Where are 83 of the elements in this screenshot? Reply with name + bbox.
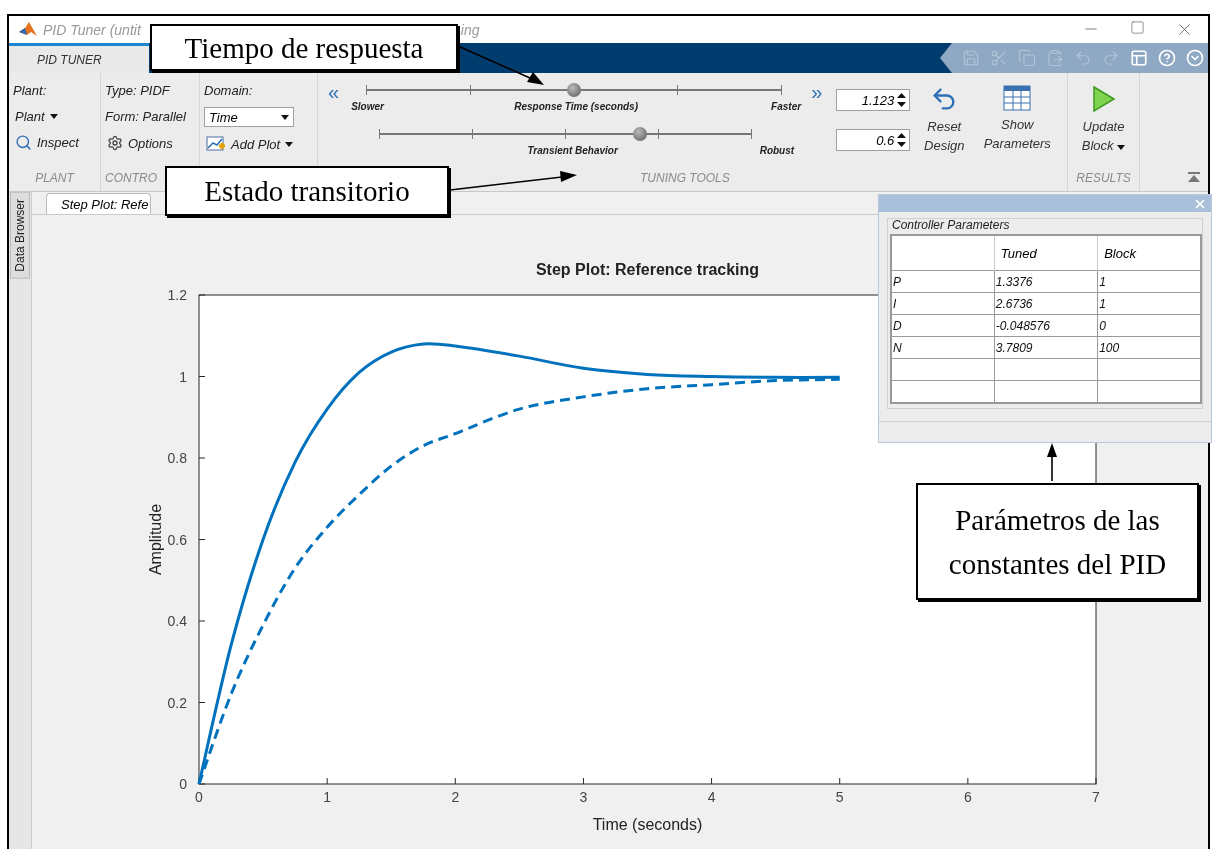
column-header: Block	[1097, 235, 1201, 271]
spinner-arrows-icon[interactable]	[897, 92, 907, 108]
reset-design-button[interactable]: Reset Design	[916, 83, 973, 157]
x-tick-label: 2	[451, 789, 460, 805]
plant-menu[interactable]: Plant	[13, 107, 60, 126]
add-plot-button[interactable]: Add Plot	[204, 133, 296, 155]
caret-icon	[285, 141, 294, 147]
data-browser-tab[interactable]: Data Browser	[10, 192, 30, 279]
slider-title: Response Time (seconds)	[514, 101, 638, 114]
slider-thumb[interactable]	[566, 83, 581, 97]
slider-left-label: Slower	[351, 101, 384, 114]
slider-right-label: Faster	[771, 101, 802, 114]
x-tick-label: 5	[835, 789, 844, 805]
slider-title: Transient Behavior	[527, 145, 618, 158]
dropdown-icon[interactable]	[1186, 49, 1204, 67]
spinner-arrows-icon[interactable]	[897, 132, 907, 148]
y-tick-label: 1.2	[167, 287, 187, 303]
plant-heading: Plant:	[13, 82, 48, 100]
value-spinner[interactable]: 1.123	[836, 89, 911, 111]
collapse-icon[interactable]	[1188, 172, 1200, 183]
y-tick-label: 0.2	[167, 694, 187, 711]
options-button[interactable]: Options	[105, 133, 175, 153]
slider-right-label: Robust	[759, 145, 795, 158]
annotation-callout: Estado transitorio	[165, 166, 449, 216]
y-tick-label: 0.8	[167, 450, 187, 466]
annotation-callout: Parámetros de las constantes del PID	[916, 483, 1199, 600]
y-tick-label: 0.4	[167, 613, 187, 629]
x-tick-label: 1	[323, 789, 332, 805]
window-title: ing	[460, 21, 480, 38]
ribbon-tab[interactable]: PID TUNER	[9, 43, 149, 73]
play-icon	[1091, 85, 1116, 113]
table-cell: D	[891, 314, 995, 337]
annotation-callout: Tiempo de respuesta	[150, 24, 458, 71]
section-label: TUNING TOOLS	[639, 171, 731, 187]
faster-button[interactable]: »	[811, 83, 823, 101]
help-icon[interactable]	[1158, 49, 1176, 67]
document-tab[interactable]: Step Plot: Refe	[46, 193, 152, 214]
window-icon[interactable]	[1130, 49, 1148, 67]
x-tick-label: 6	[963, 789, 972, 805]
panel-title: Controller Parameters	[892, 218, 1011, 232]
slower-button[interactable]: «	[328, 83, 340, 101]
domain-heading: Domain:	[204, 82, 254, 100]
slider-thumb[interactable]	[632, 127, 647, 141]
table-cell: -0.048576	[994, 314, 1098, 337]
inspect-button[interactable]: Inspect	[13, 132, 81, 153]
section-label: PLANT	[34, 171, 76, 187]
caret-icon	[49, 114, 58, 119]
section-label: CONTRO	[104, 171, 158, 187]
column-header: Tuned	[994, 235, 1098, 271]
y-tick-label: 1	[179, 368, 187, 385]
domain-select[interactable]: Time	[204, 107, 294, 127]
table-cell: 2.6736	[994, 292, 1098, 315]
table-cell: 3.7809	[994, 336, 1098, 359]
table-cell: 1.3376	[994, 270, 1098, 293]
search-icon	[15, 134, 32, 151]
caret-icon	[281, 114, 289, 120]
chart-title: Step Plot: Reference tracking	[535, 261, 760, 278]
caret-icon	[1117, 145, 1126, 150]
x-tick-label: 7	[1092, 789, 1100, 805]
y-tick-label: 0	[179, 776, 187, 792]
window-title: PID Tuner (untit	[43, 21, 141, 38]
table-cell: N	[891, 336, 995, 359]
app-logo-icon	[19, 21, 37, 38]
x-tick-label: 0	[195, 789, 203, 805]
table-icon	[1003, 85, 1032, 111]
y-axis-label: Amplitude	[147, 503, 164, 576]
section-label: RESULTS	[1075, 171, 1132, 187]
x-tick-label: 3	[579, 789, 588, 805]
callout-arrow	[1047, 443, 1057, 482]
x-tick-label: 4	[707, 789, 716, 805]
plot-add-icon	[206, 135, 226, 153]
x-axis-label: Time (seconds)	[592, 816, 703, 833]
maximize-icon[interactable]	[1130, 20, 1145, 35]
y-tick-label: 0.6	[167, 531, 187, 548]
controller-form: Form: Parallel	[105, 108, 187, 126]
controller-type: Type: PIDF	[105, 82, 172, 100]
table-cell: 1	[1097, 270, 1201, 293]
table-cell: P	[891, 270, 995, 293]
settings-icon	[107, 135, 123, 151]
table-cell: I	[891, 292, 995, 315]
value-spinner[interactable]: 0.6	[836, 129, 911, 151]
update-block-button[interactable]: Update Block	[1073, 83, 1134, 157]
show-parameters-button[interactable]: Show Parameters	[976, 83, 1059, 155]
